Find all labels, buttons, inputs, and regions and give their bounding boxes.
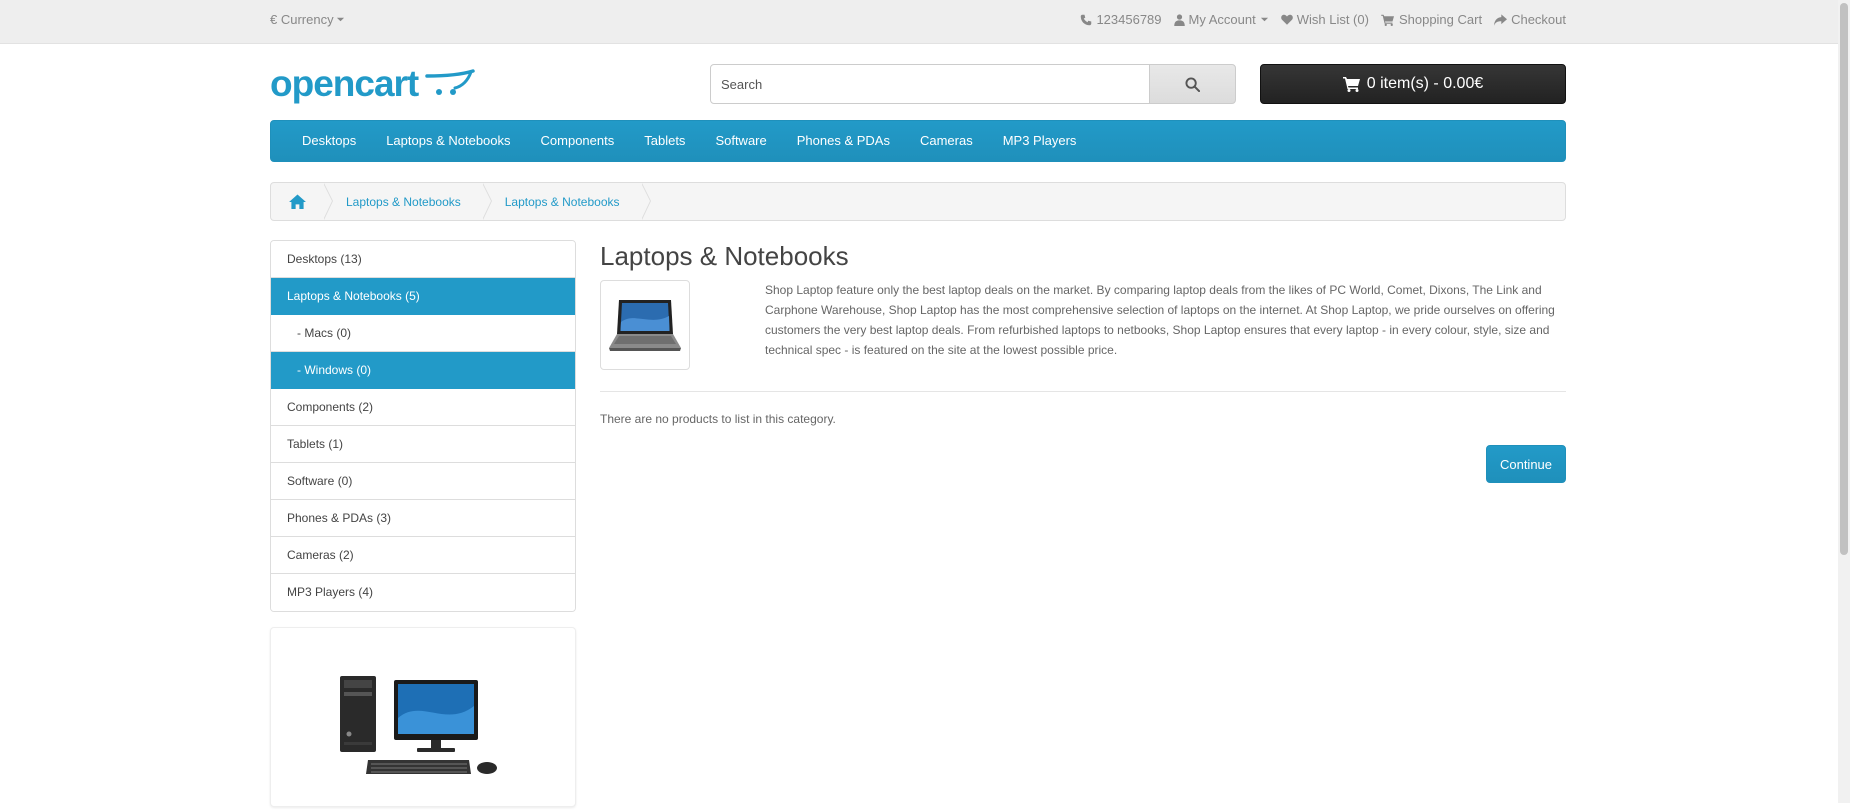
shopping-cart-label: Shopping Cart xyxy=(1398,12,1483,27)
home-icon xyxy=(289,194,306,209)
laptop-image xyxy=(609,300,681,351)
currency-label: € Currency xyxy=(270,12,334,27)
category-components[interactable]: Components (2) xyxy=(271,389,575,426)
my-account-link[interactable]: My Account xyxy=(1173,12,1269,27)
search-input[interactable] xyxy=(710,64,1150,104)
breadcrumb-item[interactable]: Laptops & Notebooks xyxy=(324,183,492,220)
category-macs[interactable]: - Macs (0) xyxy=(271,315,575,352)
menu-item-laptops-notebooks[interactable]: Laptops & Notebooks xyxy=(371,120,525,162)
menu-item-mp3-players[interactable]: MP3 Players xyxy=(988,120,1092,162)
search-icon xyxy=(1185,76,1200,92)
checkout-label: Checkout xyxy=(1511,12,1566,27)
category-thumbnail xyxy=(600,280,690,370)
main-menu: Desktops Laptops & Notebooks Components … xyxy=(270,120,1566,162)
category-mp3-players[interactable]: MP3 Players (4) xyxy=(271,574,575,611)
desktop-banner-image[interactable] xyxy=(270,627,576,807)
desktop-computer-image xyxy=(340,676,497,774)
breadcrumb: Laptops & Notebooks Laptops & Notebooks xyxy=(270,182,1566,221)
category-sidebar: Desktops (13) Laptops & Notebooks (5) - … xyxy=(270,240,576,807)
cart-button[interactable]: 0 item(s) - 0.00€ xyxy=(1260,64,1566,104)
top-links: 123456789 My Account Wish List (0) Shopp… xyxy=(1080,12,1566,27)
search-button[interactable] xyxy=(1149,64,1236,104)
currency-dropdown[interactable]: € Currency xyxy=(270,12,345,27)
logo-text: opencart xyxy=(270,63,419,104)
caret-down-icon xyxy=(336,17,344,22)
heart-icon xyxy=(1280,14,1293,25)
menu-item-desktops[interactable]: Desktops xyxy=(287,120,371,162)
opencart-logo[interactable]: opencart xyxy=(270,62,475,106)
page-title: Laptops & Notebooks xyxy=(600,241,849,271)
menu-item-components[interactable]: Components xyxy=(526,120,630,162)
search-group xyxy=(710,64,1236,104)
cart-icon xyxy=(1342,77,1360,92)
category-laptops-notebooks[interactable]: Laptops & Notebooks (5) xyxy=(271,278,575,315)
my-account-label: My Account xyxy=(1188,12,1256,27)
content-divider xyxy=(600,391,1566,392)
menu-item-cameras[interactable]: Cameras xyxy=(905,120,988,162)
breadcrumb-home[interactable] xyxy=(271,183,333,220)
checkout-link[interactable]: Checkout xyxy=(1494,12,1566,27)
phone-icon xyxy=(1081,14,1092,25)
wish-list-label: Wish List (0) xyxy=(1296,12,1369,27)
category-desktops[interactable]: Desktops (13) xyxy=(271,241,575,278)
continue-button[interactable]: Continue xyxy=(1486,445,1566,483)
top-bar-container: € Currency 123456789 My Account Wish Lis… xyxy=(270,0,1566,44)
menu-item-phones-pdas[interactable]: Phones & PDAs xyxy=(782,120,905,162)
category-phones-pdas[interactable]: Phones & PDAs (3) xyxy=(271,500,575,537)
scrollbar-thumb[interactable] xyxy=(1840,3,1848,555)
category-cameras[interactable]: Cameras (2) xyxy=(271,537,575,574)
empty-category-message: There are no products to list in this ca… xyxy=(600,412,836,426)
shopping-cart-link[interactable]: Shopping Cart xyxy=(1381,12,1482,27)
cart-icon xyxy=(1381,14,1394,26)
menu-item-tablets[interactable]: Tablets xyxy=(629,120,700,162)
top-bar: € Currency 123456789 My Account Wish Lis… xyxy=(0,0,1838,44)
breadcrumb-item[interactable]: Laptops & Notebooks xyxy=(483,183,651,220)
category-windows[interactable]: - Windows (0) xyxy=(271,352,575,389)
menu-item-software[interactable]: Software xyxy=(700,120,781,162)
cart-total: 0 item(s) - 0.00€ xyxy=(1366,75,1484,92)
wish-list-link[interactable]: Wish List (0) xyxy=(1280,12,1369,27)
category-description: Shop Laptop feature only the best laptop… xyxy=(765,283,1555,357)
phone-number: 123456789 xyxy=(1096,12,1162,27)
user-icon xyxy=(1173,13,1185,26)
category-software[interactable]: Software (0) xyxy=(271,463,575,500)
page-scrollbar[interactable] xyxy=(1838,0,1850,803)
category-tablets[interactable]: Tablets (1) xyxy=(271,426,575,463)
category-list: Desktops (13) Laptops & Notebooks (5) - … xyxy=(270,240,576,612)
logo-cart-swoosh-icon xyxy=(425,69,475,95)
share-icon xyxy=(1494,13,1508,26)
caret-down-icon xyxy=(1260,17,1268,22)
phone-link[interactable]: 123456789 xyxy=(1080,12,1162,27)
